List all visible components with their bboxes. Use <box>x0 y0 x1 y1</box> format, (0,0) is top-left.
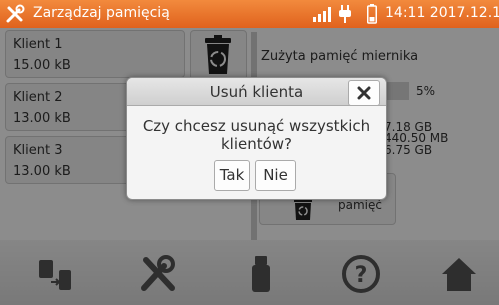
page-title: Zarządzaj pamięcią <box>33 5 170 21</box>
dialog-title-bar: Usuń klienta <box>127 78 386 106</box>
dialog-message-line: Czy chcesz usunąć wszystkich <box>142 117 371 135</box>
plug-icon <box>339 5 351 23</box>
title-bar: Zarządzaj pamięcią 14:11 2017.12.15 <box>0 0 499 28</box>
close-icon <box>357 86 371 100</box>
dialog-message: Czy chcesz usunąć wszystkich klientów? <box>131 117 382 153</box>
dialog-message-line: klientów? <box>220 135 293 153</box>
no-button[interactable]: Nie <box>255 160 296 191</box>
yes-button[interactable]: Tak <box>214 160 250 191</box>
dialog-close-button[interactable] <box>348 80 380 106</box>
battery-icon <box>367 4 377 24</box>
delete-client-dialog: Usuń klienta Czy chcesz usunąć wszystkic… <box>126 77 387 200</box>
tools-icon <box>6 4 25 23</box>
clock: 14:11 2017.12.15 <box>385 5 499 21</box>
signal-icon <box>313 7 331 22</box>
